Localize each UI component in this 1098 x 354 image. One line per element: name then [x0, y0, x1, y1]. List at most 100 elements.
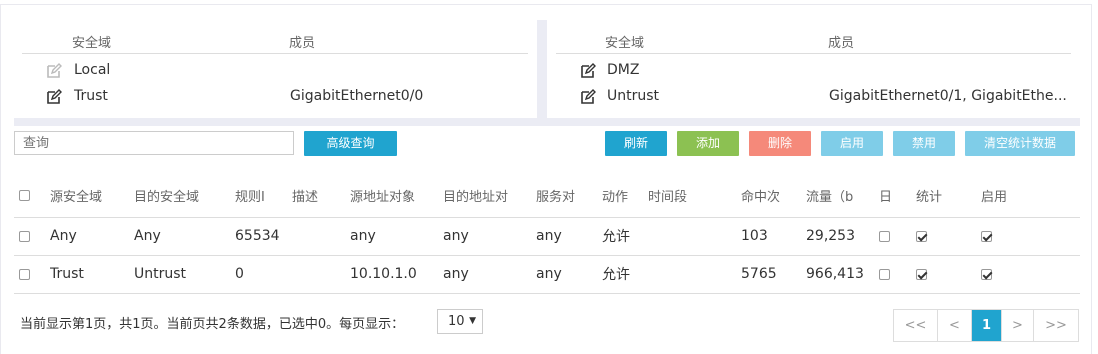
- members-column-header: 成员: [828, 36, 855, 51]
- page-1-button[interactable]: 1: [972, 310, 1002, 341]
- hits-cell: 103: [741, 217, 806, 256]
- column-header[interactable]: 时间段: [648, 175, 741, 218]
- select-all-checkbox[interactable]: [19, 190, 30, 202]
- src-addr-cell: any: [350, 217, 443, 256]
- zone-name: Local: [74, 62, 111, 78]
- dst-zone-cell: Any: [134, 217, 235, 256]
- zone-table-header: 安全域 成员: [556, 20, 1071, 54]
- disable-button[interactable]: 禁用: [893, 131, 955, 156]
- zone-name: DMZ: [607, 62, 640, 78]
- column-header[interactable]: 统计: [916, 175, 981, 218]
- section-separator: [14, 118, 1080, 126]
- row-checkbox[interactable]: [19, 268, 30, 280]
- column-header[interactable]: 服务对: [536, 175, 602, 218]
- dst-addr-cell: any: [443, 255, 536, 294]
- column-header[interactable]: 启用: [981, 175, 1080, 218]
- column-header[interactable]: 目的安全域: [134, 175, 235, 218]
- stats-checkbox[interactable]: [916, 268, 927, 280]
- time-cell: [648, 217, 741, 256]
- column-header[interactable]: 流量（b: [806, 175, 879, 218]
- row-select-cell: [14, 217, 50, 256]
- pagination-summary: 当前显示第1页，共1页。当前页共2条数据，已选中0。每页显示：: [20, 317, 405, 332]
- edit-icon[interactable]: [46, 89, 62, 105]
- service-cell: any: [536, 255, 602, 294]
- traffic-cell: 29,253: [806, 217, 879, 256]
- column-header[interactable]: 动作: [602, 175, 648, 218]
- zone-members: GigabitEthernet0/0: [290, 88, 424, 104]
- zone-name: Trust: [74, 88, 108, 104]
- enabled-checkbox[interactable]: [981, 230, 992, 242]
- log-cell: [879, 217, 916, 256]
- refresh-button[interactable]: 刷新: [605, 131, 667, 156]
- column-header[interactable]: 命中次: [741, 175, 806, 218]
- zone-name: Untrust: [607, 88, 660, 104]
- pagination: << < 1 > >>: [893, 309, 1079, 342]
- hits-cell: 5765: [741, 255, 806, 294]
- advanced-search-button[interactable]: 高级查询: [304, 131, 397, 156]
- traffic-cell: 966,413: [806, 255, 879, 294]
- column-header[interactable]: 描述: [292, 175, 350, 218]
- zone-table-header: 安全域 成员: [22, 20, 528, 54]
- row-select-cell: [14, 255, 50, 294]
- page-size-select[interactable]: 10 ▼: [437, 309, 483, 334]
- page-size-value: 10: [448, 314, 465, 329]
- table-header-row: 源安全域 目的安全域 规则I 描述 源地址对象 目的地址对 服务对 动作 时间段…: [14, 175, 1080, 218]
- log-checkbox[interactable]: [879, 268, 890, 280]
- src-zone-cell: Any: [50, 217, 134, 256]
- src-addr-cell: 10.10.1.0: [350, 255, 443, 294]
- column-header[interactable]: 目的地址对: [443, 175, 536, 218]
- desc-cell: [292, 255, 350, 294]
- log-checkbox[interactable]: [879, 230, 890, 242]
- dst-addr-cell: any: [443, 217, 536, 256]
- zone-column-header: 安全域: [72, 36, 112, 51]
- zone-row-trust: Trust GigabitEthernet0/0: [22, 84, 528, 110]
- zone-row-dmz: DMZ: [556, 58, 1071, 84]
- next-page-button[interactable]: >: [1002, 310, 1034, 341]
- stats-checkbox[interactable]: [916, 230, 927, 242]
- rule-id-cell: 65534: [235, 217, 292, 256]
- service-cell: any: [536, 217, 602, 256]
- action-cell: 允许: [602, 255, 648, 294]
- column-header[interactable]: 源安全域: [50, 175, 134, 218]
- action-cell: 允许: [602, 217, 648, 256]
- stats-cell: [916, 217, 981, 256]
- members-column-header: 成员: [289, 36, 316, 51]
- zone-panel-left: 安全域 成员 Local Trust GigabitEthernet0/0: [22, 20, 528, 118]
- clear-stats-button[interactable]: 清空统计数据: [965, 131, 1075, 156]
- enable-button[interactable]: 启用: [821, 131, 883, 156]
- log-cell: [879, 255, 916, 294]
- policy-table: 源安全域 目的安全域 规则I 描述 源地址对象 目的地址对 服务对 动作 时间段…: [14, 175, 1080, 294]
- rule-id-cell: 0: [235, 255, 292, 294]
- add-button[interactable]: 添加: [677, 131, 739, 156]
- zone-column-header: 安全域: [605, 36, 645, 51]
- dst-zone-cell: Untrust: [134, 255, 235, 294]
- column-header[interactable]: 源地址对象: [350, 175, 443, 218]
- column-header[interactable]: 规则I: [235, 175, 292, 218]
- search-input[interactable]: [14, 131, 294, 155]
- edit-icon[interactable]: [580, 89, 596, 105]
- delete-button[interactable]: 删除: [749, 131, 811, 156]
- prev-page-button[interactable]: <: [938, 310, 972, 341]
- edit-icon[interactable]: [580, 63, 596, 79]
- select-all-cell: [14, 175, 50, 218]
- time-cell: [648, 255, 741, 294]
- row-checkbox[interactable]: [19, 230, 30, 242]
- edit-icon-disabled: [47, 63, 62, 78]
- policy-toolbar: 高级查询 刷新 添加 删除 启用 禁用 清空统计数据: [14, 131, 1080, 157]
- desc-cell: [292, 217, 350, 256]
- enabled-cell: [981, 217, 1080, 256]
- zone-row-local: Local: [22, 58, 528, 84]
- zone-row-untrust: Untrust GigabitEthernet0/1, GigabitEthe.…: [556, 84, 1071, 110]
- column-header[interactable]: 日: [879, 175, 916, 218]
- panel-divider: [537, 20, 547, 126]
- table-row[interactable]: Trust Untrust 0 10.10.1.0 any any 允许 576…: [14, 255, 1080, 294]
- first-page-button[interactable]: <<: [894, 310, 938, 341]
- stats-cell: [916, 255, 981, 294]
- enabled-cell: [981, 255, 1080, 294]
- src-zone-cell: Trust: [50, 255, 134, 294]
- last-page-button[interactable]: >>: [1034, 310, 1078, 341]
- enabled-checkbox[interactable]: [981, 268, 992, 280]
- table-row[interactable]: Any Any 65534 any any any 允许 103 29,253: [14, 217, 1080, 256]
- caret-down-icon: ▼: [469, 316, 476, 326]
- zone-members: GigabitEthernet0/1, GigabitEthe...: [829, 88, 1067, 104]
